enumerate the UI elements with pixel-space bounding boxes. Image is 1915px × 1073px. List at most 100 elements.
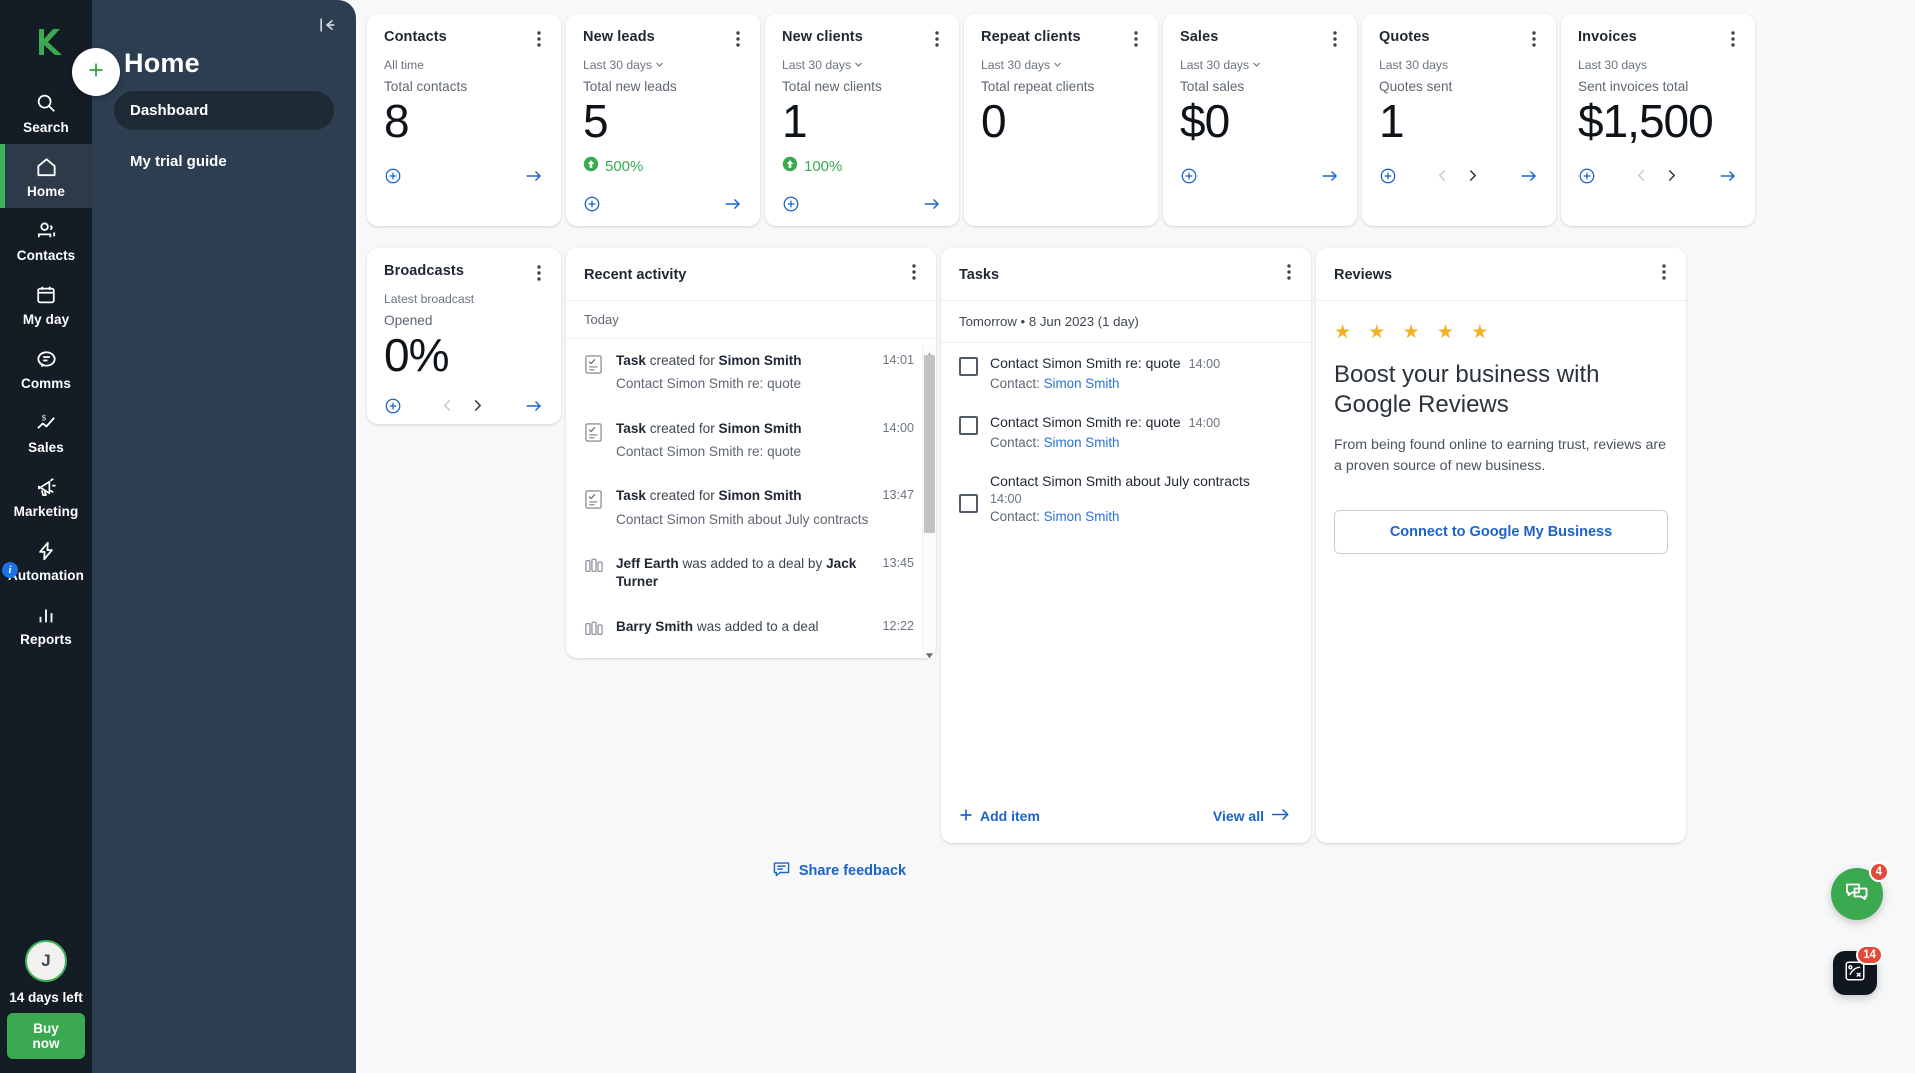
activity-scrollbar[interactable] [922, 345, 935, 658]
buy-now-button[interactable]: Buy now [7, 1013, 85, 1059]
kpi-card-repeat-clients[interactable]: Repeat clients Last 30 days Total repeat… [964, 14, 1158, 226]
card-header: Repeat clients [981, 29, 1142, 54]
task-row[interactable]: Contact Simon Smith re: quote14:00 Conta… [941, 343, 1311, 402]
card-period-dropdown[interactable]: Last 30 days [583, 58, 744, 72]
sidebar-item-sales[interactable]: $ Sales [0, 400, 92, 464]
card-period-dropdown[interactable]: Last 30 days [782, 58, 943, 72]
page-title: Home [124, 48, 334, 79]
card-value: 5 [583, 96, 744, 148]
task-contact: Contact: Simon Smith [990, 435, 1220, 450]
kpi-card-quotes[interactable]: Quotes Last 30 days Quotes sent 1 [1362, 14, 1556, 226]
add-record-icon[interactable] [782, 195, 800, 213]
list-item[interactable]: Task created for Simon Smith Contact Sim… [566, 407, 936, 475]
add-record-icon[interactable] [1379, 167, 1397, 185]
live-chat-button[interactable]: 4 [1831, 868, 1883, 920]
sidebar-item-reports[interactable]: Reports [0, 592, 92, 656]
info-badge-icon[interactable]: i [2, 562, 18, 578]
add-record-icon[interactable] [1180, 167, 1198, 185]
task-contact-link[interactable]: Simon Smith [1044, 376, 1120, 391]
task-contact-link[interactable]: Simon Smith [1044, 435, 1120, 450]
list-item[interactable]: Task created for Simon Smith Contact Sim… [566, 474, 936, 542]
scroll-down-icon[interactable] [925, 647, 934, 656]
card-menu-icon[interactable] [732, 29, 744, 54]
card-value: 8 [384, 96, 545, 148]
add-record-icon[interactable] [384, 167, 402, 185]
task-contact-link[interactable]: Simon Smith [1044, 509, 1120, 524]
calendar-icon [33, 282, 59, 308]
add-new-button[interactable] [72, 48, 120, 96]
card-menu-icon[interactable] [1130, 29, 1142, 54]
sidebar-item-comms[interactable]: Comms [0, 336, 92, 400]
card-period-dropdown[interactable]: Last 30 days [1180, 58, 1341, 72]
prev-page-icon[interactable] [433, 399, 463, 412]
go-to-icon[interactable] [921, 195, 943, 213]
task-checkbox[interactable] [959, 416, 978, 435]
card-value: 0% [384, 330, 545, 382]
add-record-icon[interactable] [1578, 167, 1596, 185]
kpi-card-new-leads[interactable]: New leads Last 30 days Total new leads 5… [566, 14, 760, 226]
go-to-icon[interactable] [1518, 167, 1540, 185]
kpi-card-contacts[interactable]: Contacts All time Total contacts 8 [367, 14, 561, 226]
strategy-button[interactable]: 14 [1833, 951, 1877, 995]
go-to-icon[interactable] [722, 195, 744, 213]
prev-page-icon[interactable] [1428, 169, 1458, 182]
avatar[interactable]: J [25, 940, 67, 982]
go-to-icon[interactable] [1319, 167, 1341, 185]
kpi-card-sales[interactable]: Sales Last 30 days Total sales $0 [1163, 14, 1357, 226]
card-menu-icon[interactable] [533, 29, 545, 54]
activity-subject: Task [616, 488, 646, 503]
list-item[interactable]: Barry Smith was added to a deal 12:22 [566, 605, 936, 656]
sidebar-item-marketing[interactable]: Marketing [0, 464, 92, 528]
scrollbar-thumb[interactable] [924, 355, 935, 533]
activity-day-label: Today [566, 301, 936, 339]
next-page-icon[interactable] [1458, 169, 1488, 182]
card-menu-icon[interactable] [931, 29, 943, 54]
sidebar-item-home[interactable]: Home [0, 144, 92, 208]
card-menu-icon[interactable] [1528, 29, 1540, 54]
panel-menu-icon[interactable] [1658, 262, 1670, 287]
panel-menu-icon[interactable] [908, 262, 920, 287]
task-checkbox[interactable] [959, 357, 978, 376]
panel-menu-icon[interactable] [1283, 262, 1295, 287]
prev-page-icon[interactable] [1627, 169, 1657, 182]
activity-scroll-area[interactable]: Today Task created for Simon Smith Conta… [566, 301, 936, 658]
add-record-icon[interactable] [384, 397, 402, 415]
card-menu-icon[interactable] [1727, 29, 1739, 54]
card-period: Last 30 days [1379, 58, 1540, 72]
keap-logo-icon[interactable] [26, 22, 66, 62]
sidebar-item-search[interactable]: Search [0, 80, 92, 144]
add-item-button[interactable]: Add item [959, 808, 1040, 825]
add-record-icon[interactable] [583, 195, 601, 213]
card-footer [1578, 154, 1739, 198]
go-to-icon[interactable] [1717, 167, 1739, 185]
go-to-icon[interactable] [523, 397, 545, 415]
list-item[interactable]: Task created for Simon Smith Contact Sim… [566, 339, 936, 407]
task-row[interactable]: Contact Simon Smith about July contracts… [941, 461, 1311, 535]
connect-google-my-business-button[interactable]: Connect to Google My Business [1334, 510, 1668, 554]
list-item[interactable]: Jeff Earth was added to a deal by Jack T… [566, 542, 936, 605]
card-menu-icon[interactable] [533, 263, 545, 288]
card-subtitle: Total contacts [384, 79, 545, 94]
card-period-dropdown[interactable]: Last 30 days [981, 58, 1142, 72]
view-all-button[interactable]: View all [1213, 807, 1291, 825]
card-delta-label: 100% [804, 158, 842, 175]
next-page-icon[interactable] [1657, 169, 1687, 182]
sidebar-item-my-trial-guide[interactable]: My trial guide [114, 142, 334, 181]
home-icon [33, 154, 59, 180]
card-period-label: Last 30 days [981, 58, 1050, 72]
card-menu-icon[interactable] [1329, 29, 1341, 54]
sidebar-item-automation[interactable]: Automation [0, 528, 92, 592]
sidebar-item-dashboard[interactable]: Dashboard [114, 91, 334, 130]
trial-days-left: 14 days left [9, 990, 83, 1005]
kpi-card-invoices[interactable]: Invoices Last 30 days Sent invoices tota… [1561, 14, 1755, 226]
sidebar-item-my-day[interactable]: My day [0, 272, 92, 336]
broadcasts-card[interactable]: Broadcasts Latest broadcast Opened 0% [367, 248, 561, 424]
sidebar-item-contacts[interactable]: Contacts [0, 208, 92, 272]
share-feedback-button[interactable]: Share feedback [367, 861, 1312, 881]
next-page-icon[interactable] [463, 399, 493, 412]
go-to-icon[interactable] [523, 167, 545, 185]
kpi-card-new-clients[interactable]: New clients Last 30 days Total new clien… [765, 14, 959, 226]
collapse-panel-icon[interactable] [316, 14, 338, 36]
task-checkbox[interactable] [959, 494, 978, 513]
task-row[interactable]: Contact Simon Smith re: quote14:00 Conta… [941, 402, 1311, 461]
